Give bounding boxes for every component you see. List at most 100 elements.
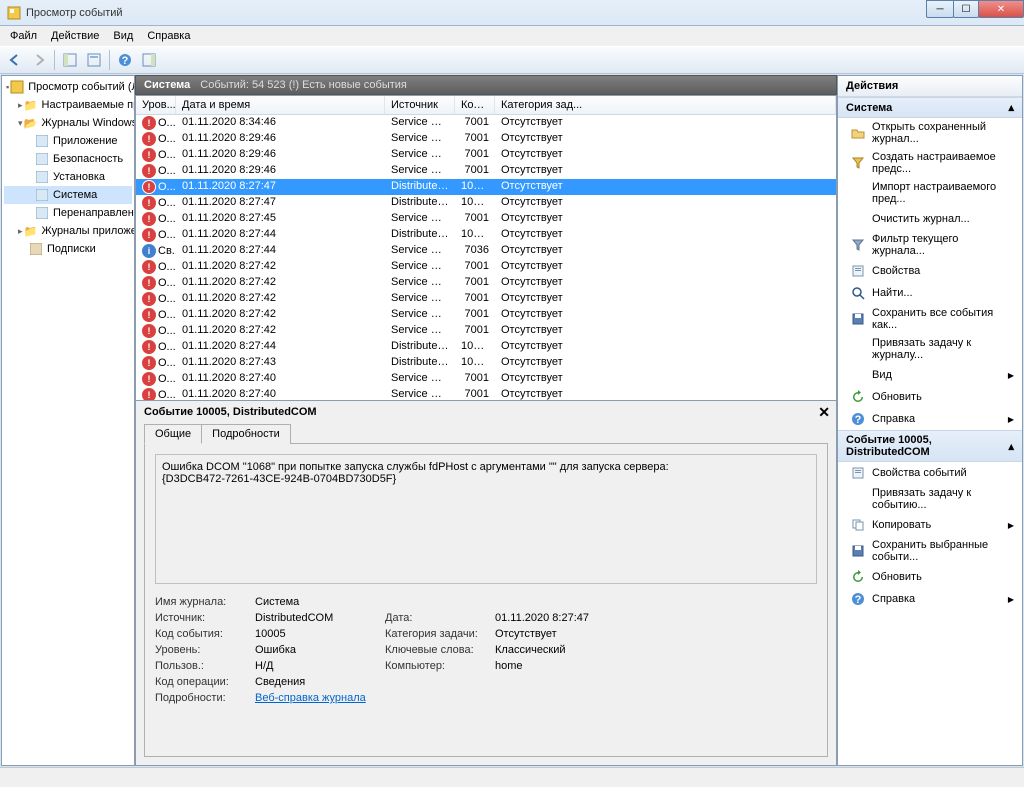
help-button[interactable]: ?: [114, 49, 136, 71]
action-item[interactable]: Обновить: [838, 386, 1022, 408]
tree-windows-logs[interactable]: ▾📂Журналы Windows: [4, 114, 132, 132]
error-icon: !: [142, 180, 156, 194]
event-row[interactable]: !О...01.11.2020 8:27:42Service Cont...70…: [136, 323, 836, 339]
log-icon: [34, 151, 50, 167]
error-icon: !: [142, 196, 156, 210]
action-item[interactable]: ?Справка▶: [838, 588, 1022, 610]
info-icon: i: [142, 244, 156, 258]
window-title: Просмотр событий: [26, 7, 123, 19]
event-row[interactable]: !О...01.11.2020 8:27:44DistributedC...10…: [136, 339, 836, 355]
tree-log-security[interactable]: Безопасность: [4, 150, 132, 168]
maximize-button[interactable]: ☐: [953, 0, 979, 18]
col-level[interactable]: Уров...: [136, 96, 176, 114]
action-item[interactable]: Найти...: [838, 282, 1022, 304]
error-icon: !: [142, 116, 156, 130]
help-icon: ?: [850, 411, 866, 427]
value-code: 10005: [255, 628, 385, 640]
error-icon: !: [142, 148, 156, 162]
properties-button[interactable]: [83, 49, 105, 71]
label-user: Пользов.:: [155, 660, 255, 672]
event-row[interactable]: !О...01.11.2020 8:34:46Service Cont...70…: [136, 115, 836, 131]
event-row[interactable]: !О...01.11.2020 8:29:46Service Cont...70…: [136, 147, 836, 163]
back-button[interactable]: [4, 49, 26, 71]
event-row[interactable]: !О...01.11.2020 8:29:46Service Cont...70…: [136, 163, 836, 179]
action-item[interactable]: Открыть сохраненный журнал...: [838, 118, 1022, 148]
event-row[interactable]: !О...01.11.2020 8:27:42Service Cont...70…: [136, 307, 836, 323]
actions-pane: Действия Система▴ Открыть сохраненный жу…: [837, 75, 1023, 766]
menu-view[interactable]: Вид: [107, 28, 139, 44]
menu-action[interactable]: Действие: [45, 28, 105, 44]
eventviewer-icon: [9, 79, 25, 95]
event-row[interactable]: iСв...01.11.2020 8:27:44Service Cont...7…: [136, 243, 836, 259]
action-item[interactable]: Фильтр текущего журнала...: [838, 230, 1022, 260]
app-icon: [6, 5, 22, 21]
event-row[interactable]: !О...01.11.2020 8:27:45Service Cont...70…: [136, 211, 836, 227]
tree-subscriptions[interactable]: Подписки: [4, 240, 132, 258]
folder-icon: 📂: [23, 115, 39, 131]
statusbar: [0, 767, 1024, 787]
col-date[interactable]: Дата и время: [176, 96, 385, 114]
error-icon: !: [142, 324, 156, 338]
detail-close-button[interactable]: ✕: [818, 404, 830, 421]
tab-details[interactable]: Подробности: [201, 424, 291, 444]
action-item[interactable]: Сохранить все события как...: [838, 304, 1022, 334]
help-link[interactable]: Веб-справка журнала: [255, 692, 366, 704]
collapse-icon[interactable]: ▴: [1008, 440, 1014, 453]
event-row[interactable]: !О...01.11.2020 8:29:46Service Cont...70…: [136, 131, 836, 147]
event-row[interactable]: !О...01.11.2020 8:27:47DistributedC...10…: [136, 179, 836, 195]
titlebar: Просмотр событий ─ ☐ ✕: [0, 0, 1024, 26]
label-log: Имя журнала:: [155, 596, 255, 608]
event-row[interactable]: !О...01.11.2020 8:27:42Service Cont...70…: [136, 259, 836, 275]
event-row[interactable]: !О...01.11.2020 8:27:42Service Cont...70…: [136, 275, 836, 291]
actions-header: Действия: [838, 76, 1022, 97]
blank-icon: [850, 185, 866, 201]
submenu-arrow-icon: ▶: [1008, 371, 1014, 380]
forward-button[interactable]: [28, 49, 50, 71]
help-icon: ?: [850, 591, 866, 607]
minimize-button[interactable]: ─: [926, 0, 954, 18]
action-item[interactable]: ?Справка▶: [838, 408, 1022, 430]
col-category[interactable]: Категория зад...: [495, 96, 836, 114]
action-item[interactable]: Создать настраиваемое предс...: [838, 148, 1022, 178]
menubar: Файл Действие Вид Справка: [0, 26, 1024, 46]
menu-file[interactable]: Файл: [4, 28, 43, 44]
tree-root[interactable]: ▪Просмотр событий (Лс: [4, 78, 132, 96]
close-button[interactable]: ✕: [978, 0, 1024, 18]
menu-help[interactable]: Справка: [141, 28, 196, 44]
center-title: Система: [144, 79, 190, 91]
col-source[interactable]: Источник: [385, 96, 455, 114]
action-item[interactable]: Свойства событий: [838, 462, 1022, 484]
tree-log-forwarded[interactable]: Перенаправленн: [4, 204, 132, 222]
show-tree-button[interactable]: [59, 49, 81, 71]
tab-general[interactable]: Общие: [144, 424, 202, 444]
collapse-icon[interactable]: ▴: [1008, 101, 1014, 114]
event-row[interactable]: !О...01.11.2020 8:27:47DistributedC...10…: [136, 195, 836, 211]
action-item[interactable]: Импорт настраиваемого пред...: [838, 178, 1022, 208]
log-icon: [34, 205, 50, 221]
event-row[interactable]: !О...01.11.2020 8:27:44DistributedC...10…: [136, 227, 836, 243]
action-item[interactable]: Обновить: [838, 566, 1022, 588]
value-date: 01.11.2020 8:27:47: [495, 612, 817, 624]
event-list[interactable]: Уров... Дата и время Источник Код с... К…: [135, 95, 837, 401]
action-item[interactable]: Копировать▶: [838, 514, 1022, 536]
action-item[interactable]: Очистить журнал...: [838, 208, 1022, 230]
tree-app-logs[interactable]: ▸📁Журналы приложен: [4, 222, 132, 240]
error-icon: !: [142, 308, 156, 322]
tree-log-system[interactable]: Система: [4, 186, 132, 204]
detail-title: Событие 10005, DistributedCOM: [144, 406, 317, 418]
action-item[interactable]: Сохранить выбранные событи...: [838, 536, 1022, 566]
col-code[interactable]: Код с...: [455, 96, 495, 114]
action-item[interactable]: Вид▶: [838, 364, 1022, 386]
label-keywords: Ключевые слова:: [385, 644, 495, 656]
action-pane-button[interactable]: [138, 49, 160, 71]
event-row[interactable]: !О...01.11.2020 8:27:40Service Cont...70…: [136, 387, 836, 401]
event-row[interactable]: !О...01.11.2020 8:27:43DistributedC...10…: [136, 355, 836, 371]
tree-custom-views[interactable]: ▸📁Настраиваемые пре: [4, 96, 132, 114]
event-row[interactable]: !О...01.11.2020 8:27:42Service Cont...70…: [136, 291, 836, 307]
tree-log-application[interactable]: Приложение: [4, 132, 132, 150]
action-item[interactable]: Привязать задачу к событию...: [838, 484, 1022, 514]
tree-log-setup[interactable]: Установка: [4, 168, 132, 186]
action-item[interactable]: Свойства: [838, 260, 1022, 282]
event-row[interactable]: !О...01.11.2020 8:27:40Service Cont...70…: [136, 371, 836, 387]
action-item[interactable]: Привязать задачу к журналу...: [838, 334, 1022, 364]
